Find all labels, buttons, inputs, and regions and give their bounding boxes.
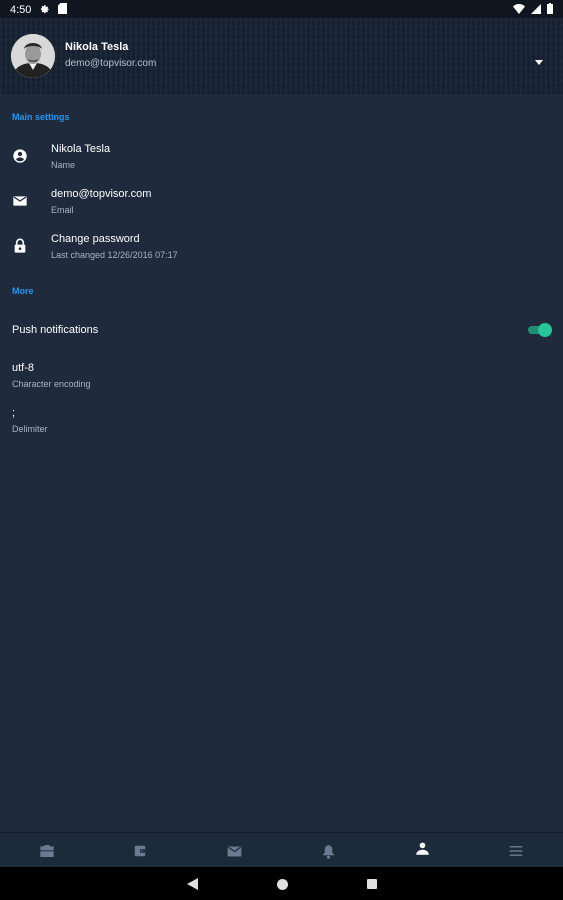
bell-icon[interactable] <box>318 841 338 861</box>
name-value: Nikola Tesla <box>51 143 111 155</box>
push-notifications-label: Push notifications <box>12 324 99 336</box>
signal-icon <box>531 3 541 17</box>
status-bar: 4:50 <box>0 0 563 18</box>
home-icon[interactable] <box>274 876 290 892</box>
wallet-icon[interactable] <box>130 841 150 861</box>
name-label: Name <box>51 160 76 170</box>
change-password-title: Change password <box>51 233 140 245</box>
menu-icon[interactable] <box>506 841 526 861</box>
back-icon[interactable] <box>184 876 200 892</box>
email-label: Email <box>51 205 74 215</box>
section-title-main-settings: Main settings <box>12 112 70 122</box>
battery-icon <box>547 3 553 17</box>
delimiter-value: ; <box>12 407 16 419</box>
gear-icon <box>39 3 50 17</box>
account-circle-icon <box>12 148 28 164</box>
avatar <box>11 34 55 78</box>
recents-icon[interactable] <box>364 876 380 892</box>
toggle-thumb <box>538 323 552 337</box>
section-title-more: More <box>12 286 34 296</box>
account-email: demo@topvisor.com <box>65 58 157 69</box>
account-header[interactable]: Nikola Tesla demo@topvisor.com <box>0 18 563 94</box>
person-icon[interactable] <box>412 838 432 858</box>
status-time: 4:50 <box>10 4 32 16</box>
dropdown-arrow-icon[interactable] <box>535 52 543 70</box>
bottom-navigation <box>0 832 563 868</box>
delimiter-label: Delimiter <box>12 424 48 434</box>
account-name: Nikola Tesla <box>65 41 129 53</box>
wifi-icon <box>513 3 525 17</box>
sd-card-icon <box>58 3 68 17</box>
password-last-changed: Last changed 12/26/2016 07:17 <box>51 250 178 260</box>
push-notifications-toggle[interactable] <box>528 322 552 338</box>
encoding-label: Character encoding <box>12 379 91 389</box>
mail-icon[interactable] <box>224 841 244 861</box>
lock-icon <box>12 238 28 254</box>
mail-icon <box>12 193 28 209</box>
email-value: demo@topvisor.com <box>51 188 152 200</box>
encoding-value: utf-8 <box>12 362 35 374</box>
briefcase-icon[interactable] <box>37 841 57 861</box>
system-navigation-bar <box>0 867 563 900</box>
